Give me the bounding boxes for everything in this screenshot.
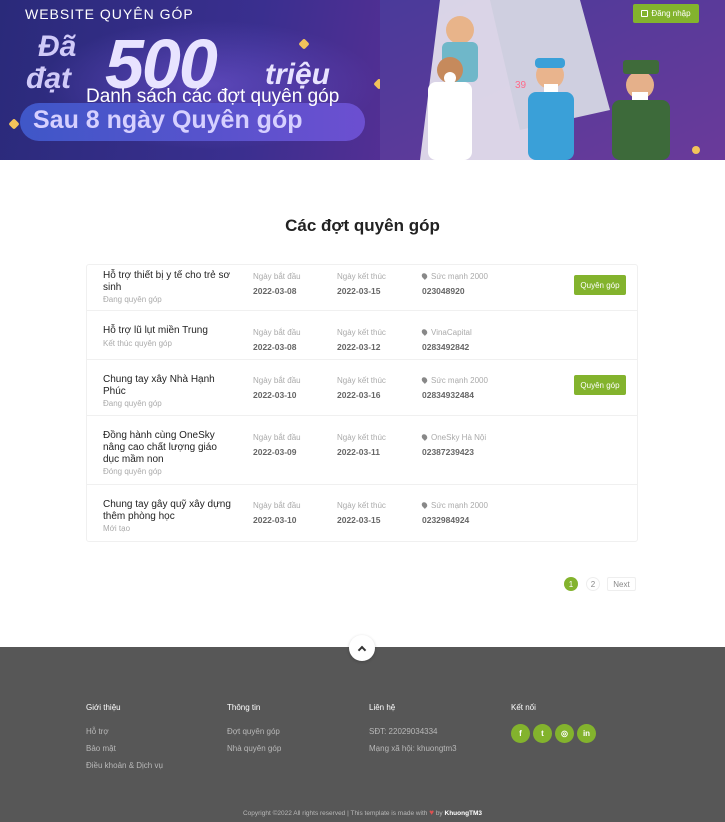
banner-text: đạt: [26, 62, 71, 95]
footer-link-terms[interactable]: Điều khoản & Dịch vụ: [86, 761, 163, 770]
org-name: Sức mạnh 2000: [431, 272, 488, 281]
campaign-name[interactable]: Hỗ trợ lũ lụt miền Trung: [103, 325, 253, 337]
start-date-label: Ngày bắt đầu: [253, 501, 301, 510]
location-pin-icon: [420, 328, 429, 336]
campaign-org: OneSky Hà Nội: [420, 433, 487, 442]
footer-about-title: Giới thiệu: [86, 703, 121, 712]
footer-social: Mạng xã hội: khuongtm3: [369, 744, 457, 753]
login-button[interactable]: Đăng nhập: [633, 4, 699, 23]
org-name: Sức mạnh 2000: [431, 376, 488, 385]
author-link[interactable]: KhuongTM3: [445, 810, 483, 817]
next-page-button[interactable]: Next: [607, 577, 636, 591]
start-date: 2022-03-08: [253, 286, 297, 296]
linkedin-icon[interactable]: in: [577, 724, 596, 743]
page-2-button[interactable]: 2: [586, 577, 600, 591]
start-date: 2022-03-09: [253, 447, 297, 457]
end-date-label: Ngày kết thúc: [337, 501, 386, 510]
campaign-row: Đồng hành cùng OneSky nâng cao chất lượn…: [87, 416, 637, 485]
scroll-top-button[interactable]: [349, 635, 375, 661]
login-label: Đăng nhập: [651, 9, 691, 18]
page-1-button[interactable]: 1: [564, 577, 578, 591]
end-date-label: Ngày kết thúc: [337, 433, 386, 442]
org-name: VinaCapital: [431, 328, 472, 337]
section-title: Các đợt quyên góp: [285, 216, 440, 235]
campaign-status: Đang quyên góp: [103, 399, 162, 408]
org-name: Sức mạnh 2000: [431, 501, 488, 510]
lock-icon: [641, 10, 649, 17]
campaign-org: Sức mạnh 2000: [420, 272, 488, 281]
campaign-org: Sức mạnh 2000: [420, 376, 488, 385]
hero-illustration: 39: [380, 0, 725, 160]
location-pin-icon: [420, 376, 429, 384]
start-date: 2022-03-10: [253, 390, 297, 400]
campaign-status: Đóng quyên góp: [103, 467, 162, 476]
end-date: 2022-03-12: [337, 342, 381, 352]
banner-text: Đã: [38, 30, 77, 63]
end-date: 2022-03-15: [337, 286, 381, 296]
footer-link-privacy[interactable]: Bảo mật: [86, 744, 116, 753]
footer-link-donors[interactable]: Nhà quyên góp: [227, 744, 281, 753]
org-name: OneSky Hà Nội: [431, 433, 487, 442]
end-date-label: Ngày kết thúc: [337, 328, 386, 337]
campaign-name[interactable]: Đồng hành cùng OneSky nâng cao chất lượn…: [103, 430, 233, 466]
footer-link-campaigns[interactable]: Đợt quyên góp: [227, 727, 280, 736]
start-date-label: Ngày bắt đầu: [253, 328, 301, 337]
banner-tagline: Sau 8 ngày Quyên góp: [33, 106, 303, 134]
end-date: 2022-03-11: [337, 447, 381, 457]
campaign-row: Hỗ trợ thiết bị y tế cho trẻ sơ sinh Đan…: [87, 265, 637, 311]
campaign-row: Chung tay gây quỹ xây dựng thêm phòng họ…: [87, 485, 637, 541]
end-date-label: Ngày kết thúc: [337, 272, 386, 281]
twitter-icon[interactable]: t: [533, 724, 552, 743]
footer-phone: SĐT: 22029034334: [369, 727, 438, 736]
start-date: 2022-03-10: [253, 515, 297, 525]
location-pin-icon: [420, 501, 429, 509]
facebook-icon[interactable]: f: [511, 724, 530, 743]
location-pin-icon: [420, 433, 429, 441]
campaign-phone: 0283492842: [422, 342, 470, 352]
campaign-name[interactable]: Chung tay gây quỹ xây dựng thêm phòng họ…: [103, 499, 233, 523]
campaign-org: VinaCapital: [420, 328, 472, 337]
footer-link-support[interactable]: Hỗ trợ: [86, 727, 109, 736]
footer-connect-title: Kết nối: [511, 703, 536, 712]
location-pin-icon: [420, 272, 429, 280]
campaign-list: Hỗ trợ thiết bị y tế cho trẻ sơ sinh Đan…: [86, 264, 638, 542]
copyright: Copyright ©2022 All rights reserved | Th…: [0, 808, 725, 817]
campaign-phone: 023048920: [422, 286, 465, 296]
site-brand[interactable]: WEBSITE QUYÊN GÓP: [25, 6, 194, 22]
campaign-phone: 02834932484: [422, 390, 475, 400]
donate-button[interactable]: Quyên góp: [574, 275, 626, 295]
campaign-status: Mới tạo: [103, 524, 131, 533]
start-date-label: Ngày bắt đầu: [253, 433, 301, 442]
campaign-status: Kết thúc quyên góp: [103, 339, 172, 348]
start-date: 2022-03-08: [253, 342, 297, 352]
campaign-phone: 02387239423: [422, 447, 475, 457]
campaign-row: Chung tay xây Nhà Hạnh Phúc Đang quyên g…: [87, 360, 637, 416]
chevron-up-icon: [357, 645, 367, 654]
campaign-phone: 0232984924: [422, 515, 470, 525]
svg-text:39: 39: [515, 80, 527, 91]
start-date-label: Ngày bắt đầu: [253, 376, 301, 385]
page-title: Danh sách các đợt quyên góp: [86, 86, 340, 107]
instagram-icon[interactable]: ◎: [555, 724, 574, 743]
end-date: 2022-03-15: [337, 515, 381, 525]
heart-icon: ♥: [429, 808, 434, 817]
end-date-label: Ngày kết thúc: [337, 376, 386, 385]
footer-contact-title: Liên hệ: [369, 703, 396, 712]
footer-info-title: Thông tin: [227, 703, 261, 712]
donate-button[interactable]: Quyên góp: [574, 375, 626, 395]
campaign-name[interactable]: Hỗ trợ thiết bị y tế cho trẻ sơ sinh: [103, 270, 233, 294]
campaign-row: Hỗ trợ lũ lụt miền Trung Kết thúc quyên …: [87, 311, 637, 360]
campaign-name[interactable]: Chung tay xây Nhà Hạnh Phúc: [103, 374, 233, 398]
copyright-by: by: [435, 810, 443, 817]
end-date: 2022-03-16: [337, 390, 381, 400]
start-date-label: Ngày bắt đầu: [253, 272, 301, 281]
campaign-status: Đang quyên góp: [103, 295, 162, 304]
copyright-text: Copyright ©2022 All rights reserved | Th…: [242, 810, 428, 817]
hero-banner: Đã đạt 500 triệu Sau 8 ngày Quyên góp 39: [0, 0, 725, 160]
campaign-org: Sức mạnh 2000: [420, 501, 488, 510]
